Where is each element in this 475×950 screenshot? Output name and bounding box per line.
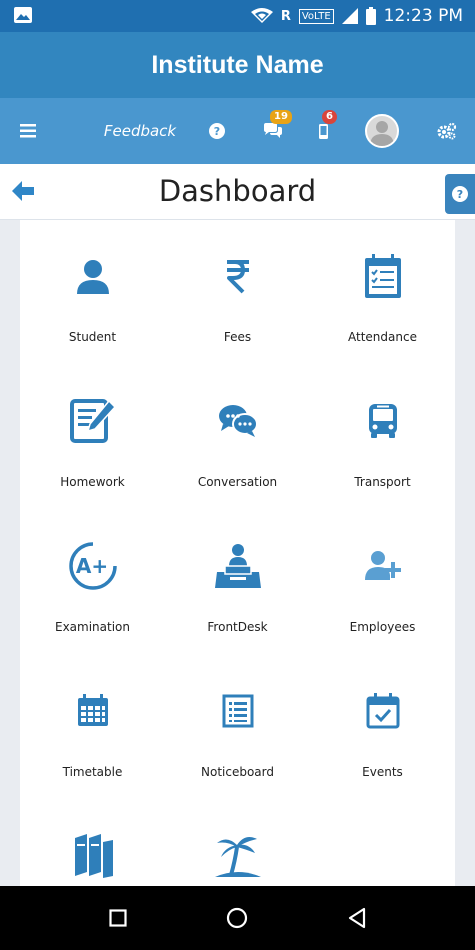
feedback-link[interactable]: Feedback	[100, 98, 180, 164]
recents-button[interactable]	[104, 904, 132, 932]
toolbar: Feedback ? 19 6	[0, 98, 475, 164]
status-time: 12:23 PM	[383, 6, 463, 26]
attendance-icon	[358, 251, 408, 301]
books-icon	[68, 831, 118, 881]
noticeboard-icon	[213, 686, 263, 736]
volte-indicator: VoLTE	[298, 8, 334, 24]
battery-icon	[365, 7, 376, 25]
tile-fees[interactable]: Fees	[165, 220, 310, 365]
tile-label: Events	[362, 765, 403, 779]
tile-student[interactable]: Student	[20, 220, 165, 365]
status-bar: R VoLTE 12:23 PM	[0, 0, 475, 32]
calendar-check-icon	[358, 686, 408, 736]
palm-tree-icon	[213, 831, 263, 881]
help-tab-button[interactable]: ?	[445, 174, 475, 214]
tile-frontdesk[interactable]: FrontDesk	[165, 510, 310, 655]
svg-text:?: ?	[214, 125, 220, 138]
mobile-icon	[318, 123, 328, 139]
tile-employees[interactable]: Employees	[310, 510, 455, 655]
chat-icon	[264, 123, 282, 138]
svg-text:A+: A+	[75, 554, 107, 578]
tile-timetable[interactable]: Timetable	[20, 655, 165, 800]
tile-homework[interactable]: Homework	[20, 365, 165, 510]
home-button[interactable]	[223, 904, 251, 932]
avatar	[365, 114, 399, 148]
tile-label: Fees	[223, 330, 252, 344]
calendar-grid-icon	[68, 686, 118, 736]
tile-label: Noticeboard	[201, 765, 274, 779]
bus-icon	[358, 396, 408, 446]
notifications-badge: 6	[322, 110, 337, 124]
gallery-icon	[14, 7, 32, 23]
svg-text:?: ?	[457, 188, 463, 201]
tile-label: Conversation	[197, 475, 278, 489]
feedback-label: Feedback	[103, 122, 177, 140]
tile-label: Examination	[54, 620, 130, 634]
add-user-icon	[358, 541, 408, 591]
menu-button[interactable]	[14, 98, 42, 164]
messages-badge: 19	[270, 110, 292, 124]
tile-conversation[interactable]: Conversation	[165, 365, 310, 510]
tile-holidays[interactable]	[165, 800, 310, 886]
system-nav-bar	[0, 886, 475, 950]
tile-label: Student	[68, 330, 117, 344]
tile-label: Attendance	[348, 330, 417, 344]
tile-label: Transport	[354, 475, 411, 489]
app-title-bar: Institute Name	[0, 32, 475, 98]
user-silhouette-icon	[370, 121, 394, 146]
institute-name: Institute Name	[151, 50, 324, 79]
tile-noticeboard[interactable]: Noticeboard	[165, 655, 310, 800]
tile-attendance[interactable]: Attendance	[310, 220, 455, 365]
gears-icon	[437, 122, 457, 140]
question-icon: ?	[209, 123, 225, 139]
triangle-back-icon	[348, 907, 366, 929]
tile-label: FrontDesk	[207, 620, 268, 634]
square-icon	[109, 909, 127, 927]
dashboard-grid: Student Fees Attendance Homework Convers…	[20, 220, 455, 886]
messages-button[interactable]	[258, 98, 288, 164]
tile-events[interactable]: Events	[310, 655, 455, 800]
roaming-indicator: R	[280, 8, 291, 24]
tile-transport[interactable]: Transport	[310, 365, 455, 510]
tile-library[interactable]	[20, 800, 165, 886]
page-title: Dashboard	[158, 174, 317, 208]
page-header: Dashboard ?	[0, 164, 475, 220]
signal-icon	[341, 8, 358, 24]
wifi-icon	[250, 8, 273, 23]
settings-button[interactable]	[434, 98, 460, 164]
rupee-icon	[213, 251, 263, 301]
question-icon: ?	[452, 186, 468, 202]
conversation-icon	[213, 396, 263, 446]
back-button[interactable]	[343, 904, 371, 932]
tile-label: Employees	[349, 620, 416, 634]
circle-icon	[226, 907, 248, 929]
notifications-button[interactable]	[314, 98, 332, 164]
tile-label: Homework	[60, 475, 125, 489]
tile-examination[interactable]: A+ Examination	[20, 510, 165, 655]
profile-button[interactable]	[364, 98, 400, 164]
student-icon	[68, 251, 118, 301]
homework-icon	[68, 396, 118, 446]
hamburger-icon	[20, 124, 36, 138]
tile-label: Timetable	[62, 765, 123, 779]
help-button[interactable]: ?	[205, 98, 229, 164]
grade-icon: A+	[68, 541, 118, 591]
frontdesk-icon	[213, 541, 263, 591]
